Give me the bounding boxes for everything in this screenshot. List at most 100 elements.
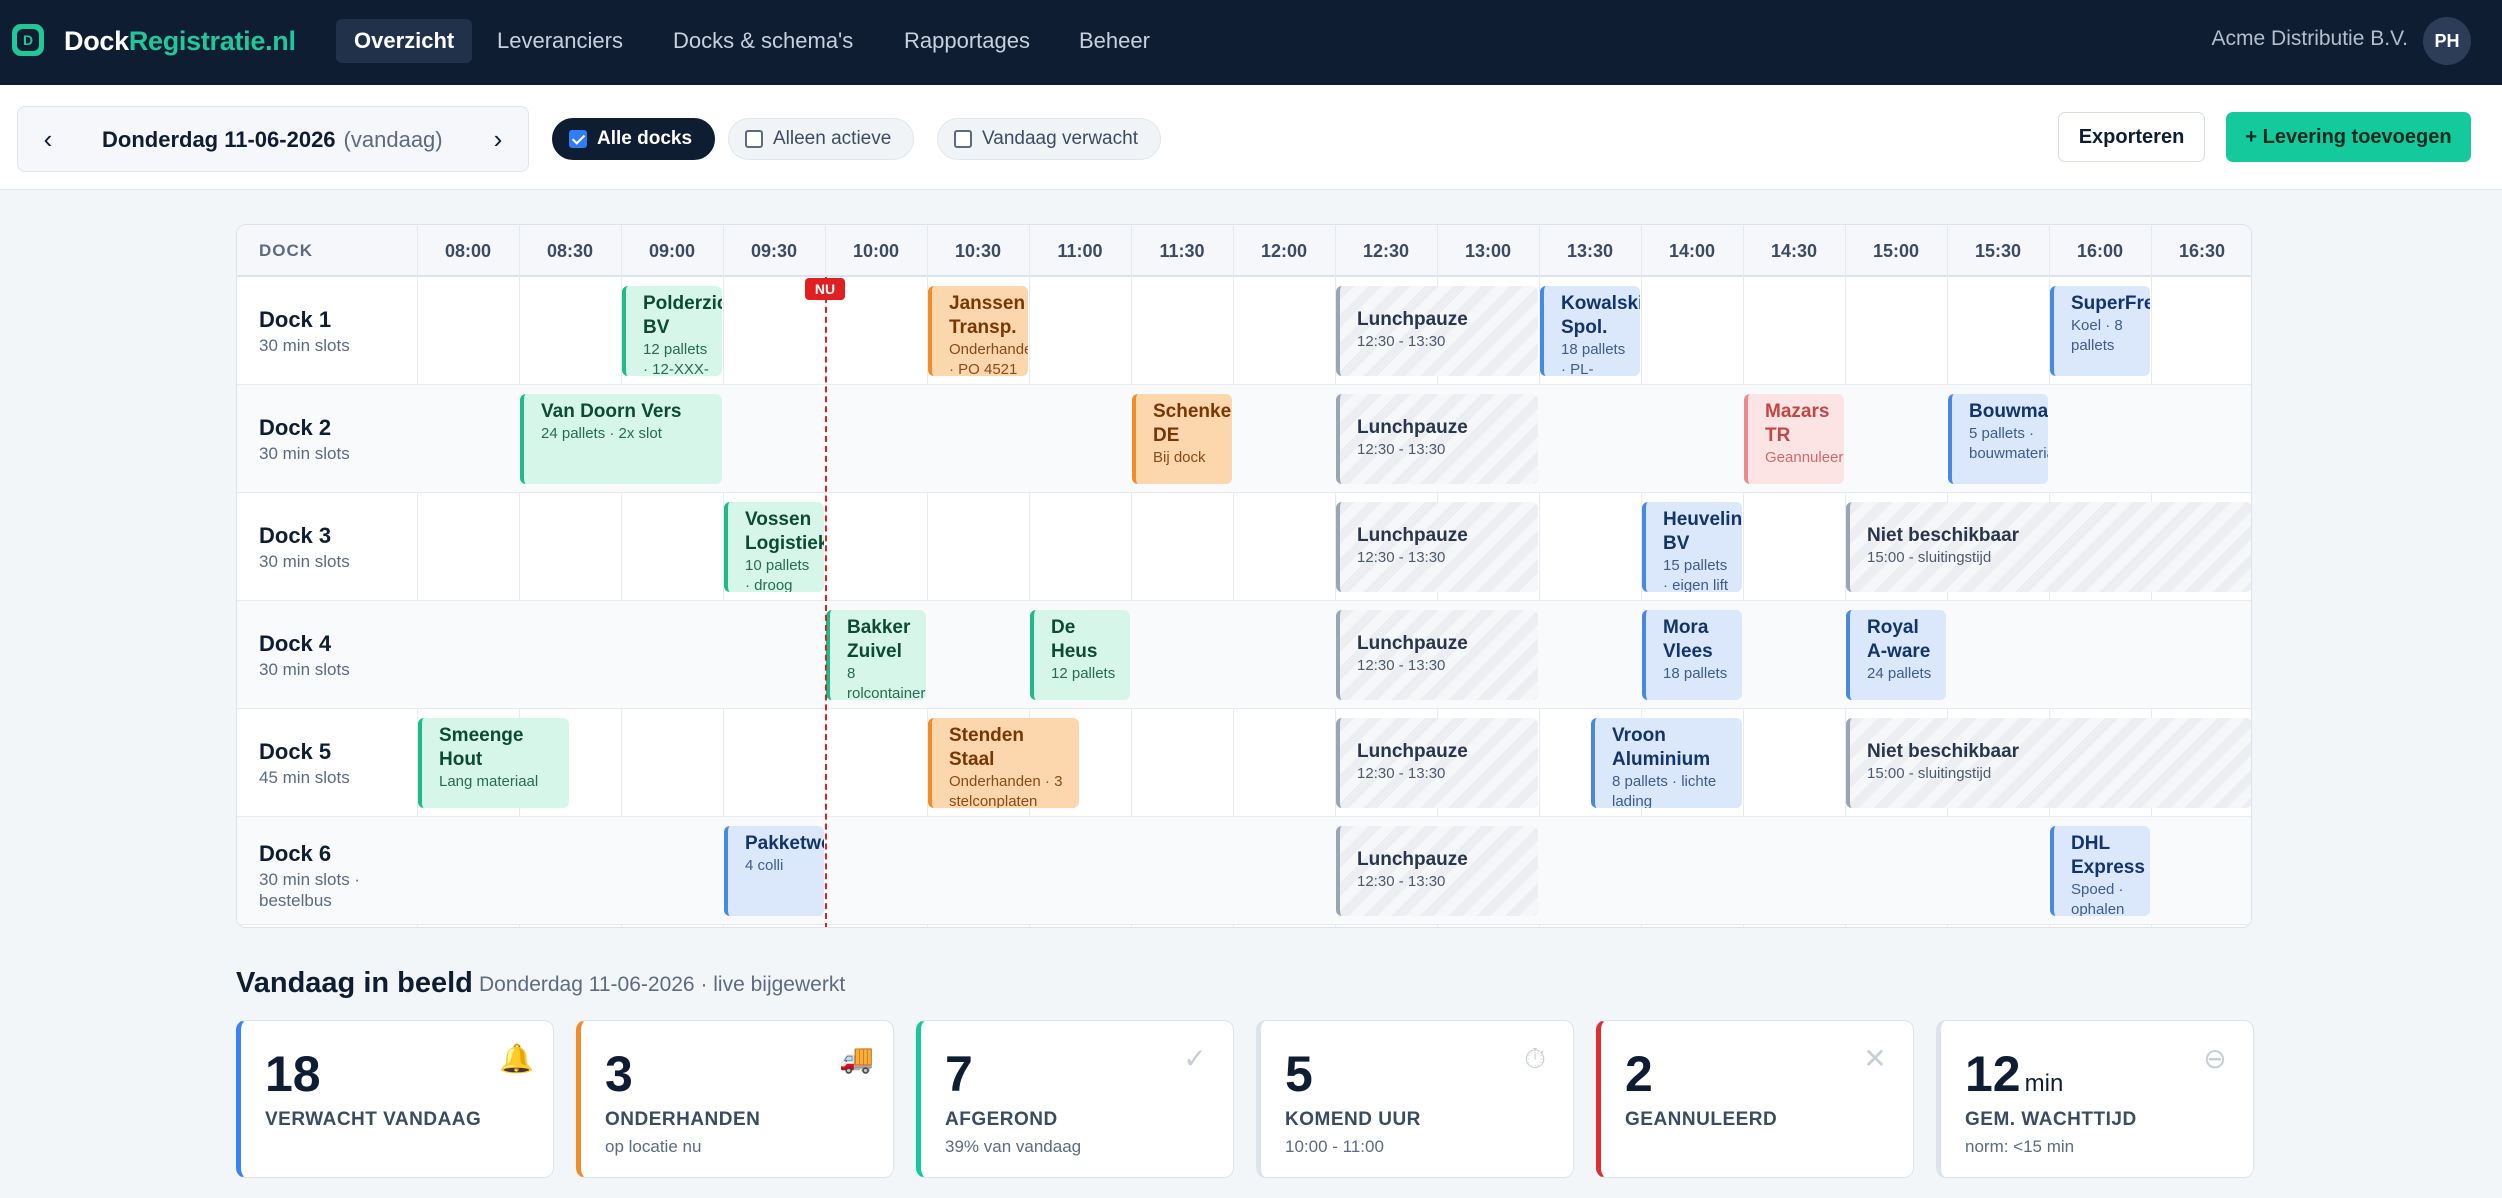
filter-vandaag-verwacht[interactable]: Vandaag verwacht (937, 118, 1161, 160)
checkbox-icon[interactable] (745, 130, 763, 148)
logo-letter: D (17, 29, 39, 51)
kpi-card[interactable]: 3 ONDERHANDEN op locatie nu 🚚 (576, 1020, 894, 1178)
blocked-slot[interactable]: Niet beschikbaar 15:00 - sluitingstijd (1846, 718, 2251, 808)
kpi-unit: min (2024, 1070, 2064, 1097)
time-header-1430: 14:30 (1770, 241, 1818, 261)
time-header-1130: 11:30 (1159, 241, 1205, 261)
slot-details: 15 pallets · eigen lift (1663, 557, 1729, 592)
slot-details: 12 pallets · 12-XXX-3 (643, 341, 709, 376)
delivery-slot[interactable]: Polderzicht BV12 pallets · 12-XXX-3 (622, 286, 722, 376)
slot-details: 4 colli (745, 857, 784, 874)
logo-icon[interactable]: D (12, 24, 44, 56)
checkbox-icon[interactable] (954, 130, 972, 148)
delivery-slot[interactable]: Kowalski Spol.18 pallets · PL-vrachtw. (1540, 286, 1640, 376)
slot-details: 15:00 - sluitingstijd (1867, 765, 1992, 782)
slot-title: Schenker DE (1153, 401, 1232, 446)
time-header-1200: 12:00 (1260, 241, 1308, 261)
add-delivery-button[interactable]: + Levering toevoegen (2226, 112, 2471, 162)
dock-name: Dock 6 (259, 841, 332, 866)
delivery-slot[interactable]: Royal A-ware 24 pallets (1846, 610, 1946, 700)
kpi-card[interactable]: 12 min GEM. WACHTTIJD norm: <15 min ⊖ (1936, 1020, 2254, 1178)
slot-title: Niet beschikbaar (1867, 525, 2020, 546)
blocked-slot[interactable]: Lunchpauze 12:30 - 13:30 (1336, 502, 1538, 592)
checkbox-checked-icon[interactable] (569, 130, 587, 148)
kpi-value: 2 (1625, 1045, 1657, 1113)
delivery-slot[interactable]: Heuvelink BV15 pallets · eigen lift (1642, 502, 1742, 592)
slot-title: Lunchpauze (1357, 633, 1468, 654)
slot-details: 12:30 - 13:30 (1357, 549, 1446, 566)
delivery-slot[interactable]: Bakker Zuivel 8 rolcontainers (826, 610, 926, 700)
kpi-subtext: norm: <15 min (1965, 1137, 2075, 1156)
slot-details: 5 pallets · bouwmaterialen (1969, 425, 2048, 462)
slot-details: Spoed · ophalen retour (2071, 881, 2125, 916)
delivery-slot[interactable]: Mazars TR Geannuleerd (1744, 394, 1844, 484)
time-header-1100: 11:00 (1057, 241, 1103, 261)
company-name: Acme Distributie B.V. (2211, 27, 2408, 50)
delivery-slot[interactable]: Bouwmaat 5 pallets · bouwmaterialen (1948, 394, 2048, 484)
dock-slot-info: 45 min slots (259, 768, 350, 787)
kpi-card[interactable]: 5 KOMEND UUR 10:00 - 11:00 ⏱ (1256, 1020, 1574, 1178)
current-time-line (825, 277, 827, 927)
stopwatch-icon: ⏱ (1524, 1043, 1546, 1074)
slot-title: Vroon Aluminium (1612, 725, 1711, 770)
slot-title: SuperFresh (2071, 293, 2150, 314)
export-button[interactable]: Exporteren (2058, 112, 2205, 162)
brand-logo[interactable]: DockRegistratie.nl (64, 26, 296, 57)
kpi-subtext: 39% van vandaag (945, 1137, 1082, 1156)
filter-alleen-actieve[interactable]: Alleen actieve (728, 118, 915, 160)
kpi-card[interactable]: 18 VERWACHT VANDAAG 🔔 (236, 1020, 554, 1178)
dock-row: Dock 2 30 min slots Van Doorn Vers 24 palle… (237, 385, 2251, 493)
slot-title: Lunchpauze (1357, 309, 1468, 330)
dock-name: Dock 4 (259, 631, 332, 656)
delivery-slot[interactable]: Pakketwolf 4 colli (724, 826, 824, 916)
slot-title: Lunchpauze (1357, 849, 1468, 870)
nav-overzicht[interactable]: Overzicht (336, 19, 473, 63)
nav-rapportages[interactable]: Rapportages (886, 19, 1048, 63)
slot-title: Heuvelink BV (1663, 509, 1742, 554)
dock-name: Dock 1 (259, 307, 332, 332)
slot-title: Bakker Zuivel (847, 617, 911, 662)
user-avatar[interactable]: PH (2423, 17, 2471, 65)
nav-beheer[interactable]: Beheer (1061, 19, 1168, 63)
prev-day-button[interactable]: ‹ (18, 107, 78, 171)
kpi-card[interactable]: 7 AFGEROND 39% van vandaag ✓ (916, 1020, 1234, 1178)
nav-leveranciers[interactable]: Leveranciers (479, 19, 641, 63)
blocked-slot[interactable]: Niet beschikbaar 15:00 - sluitingstijd (1846, 502, 2251, 592)
dock-name: Dock 3 (259, 523, 332, 548)
slot-details: Onderhanden · 3 stelconplaten (949, 773, 1063, 808)
kpi-label: VERWACHT VANDAAG (265, 1109, 482, 1130)
delivery-slot[interactable]: Janssen Transp.Onderhanden · PO 4521 (928, 286, 1028, 376)
delivery-slot[interactable]: Van Doorn Vers 24 pallets · 2x slot (520, 394, 722, 484)
slot-title: Stenden Staal (949, 725, 1024, 770)
brand-name-part2: Registratie.nl (128, 26, 296, 56)
delivery-slot[interactable]: Mora Vlees 18 pallets (1642, 610, 1742, 700)
blocked-slot[interactable]: Lunchpauze 12:30 - 13:30 (1336, 286, 1538, 376)
next-day-button[interactable]: › (468, 107, 528, 171)
delivery-slot[interactable]: Smeenge Hout Lang materiaal (418, 718, 569, 808)
delivery-slot[interactable]: Vossen Logistiek 10 pallets · droog (724, 502, 824, 592)
delivery-slot[interactable]: DHL ExpressSpoed · ophalen retour (2050, 826, 2150, 916)
blocked-slot[interactable]: Lunchpauze 12:30 - 13:30 (1336, 826, 1538, 916)
slot-title: Pakketwolf (745, 833, 824, 854)
clock-arrow-icon: ⊖ (2203, 1043, 2227, 1074)
delivery-slot[interactable]: De Heus 12 pallets (1030, 610, 1130, 700)
delivery-slot[interactable]: Schenker DE Bij dock (1132, 394, 1232, 484)
blocked-slot[interactable]: Lunchpauze 12:30 - 13:30 (1336, 610, 1538, 700)
kpi-value: 5 (1285, 1045, 1317, 1113)
blocked-slot[interactable]: Lunchpauze 12:30 - 13:30 (1336, 394, 1538, 484)
blocked-slot[interactable]: Lunchpauze 12:30 - 13:30 (1336, 718, 1538, 808)
kpi-card[interactable]: 2 GEANNULEERD ✕ (1596, 1020, 1914, 1178)
kpi-number: 2 (1625, 1046, 1653, 1102)
delivery-slot[interactable]: Stenden Staal Onderhanden · 3 stelconplat… (928, 718, 1079, 808)
delivery-slot[interactable]: SuperFresh Koel · 8 pallets (2050, 286, 2150, 376)
slot-title: Lunchpauze (1357, 417, 1468, 438)
now-marker: NU (805, 278, 845, 300)
filter-alle-docks[interactable]: Alle docks (552, 118, 716, 160)
time-header-1030: 10:30 (954, 241, 1002, 261)
time-header-1330: 13:30 (1566, 241, 1614, 261)
nav-docks-schemas[interactable]: Docks & schema's (655, 19, 871, 63)
slot-details: 8 rolcontainers (847, 665, 926, 700)
slot-title: Royal A-ware (1867, 617, 1931, 662)
slot-title: Janssen Transp. (949, 293, 1026, 338)
delivery-slot[interactable]: Vroon Aluminium 8 pallets · lichte lading (1591, 718, 1742, 808)
